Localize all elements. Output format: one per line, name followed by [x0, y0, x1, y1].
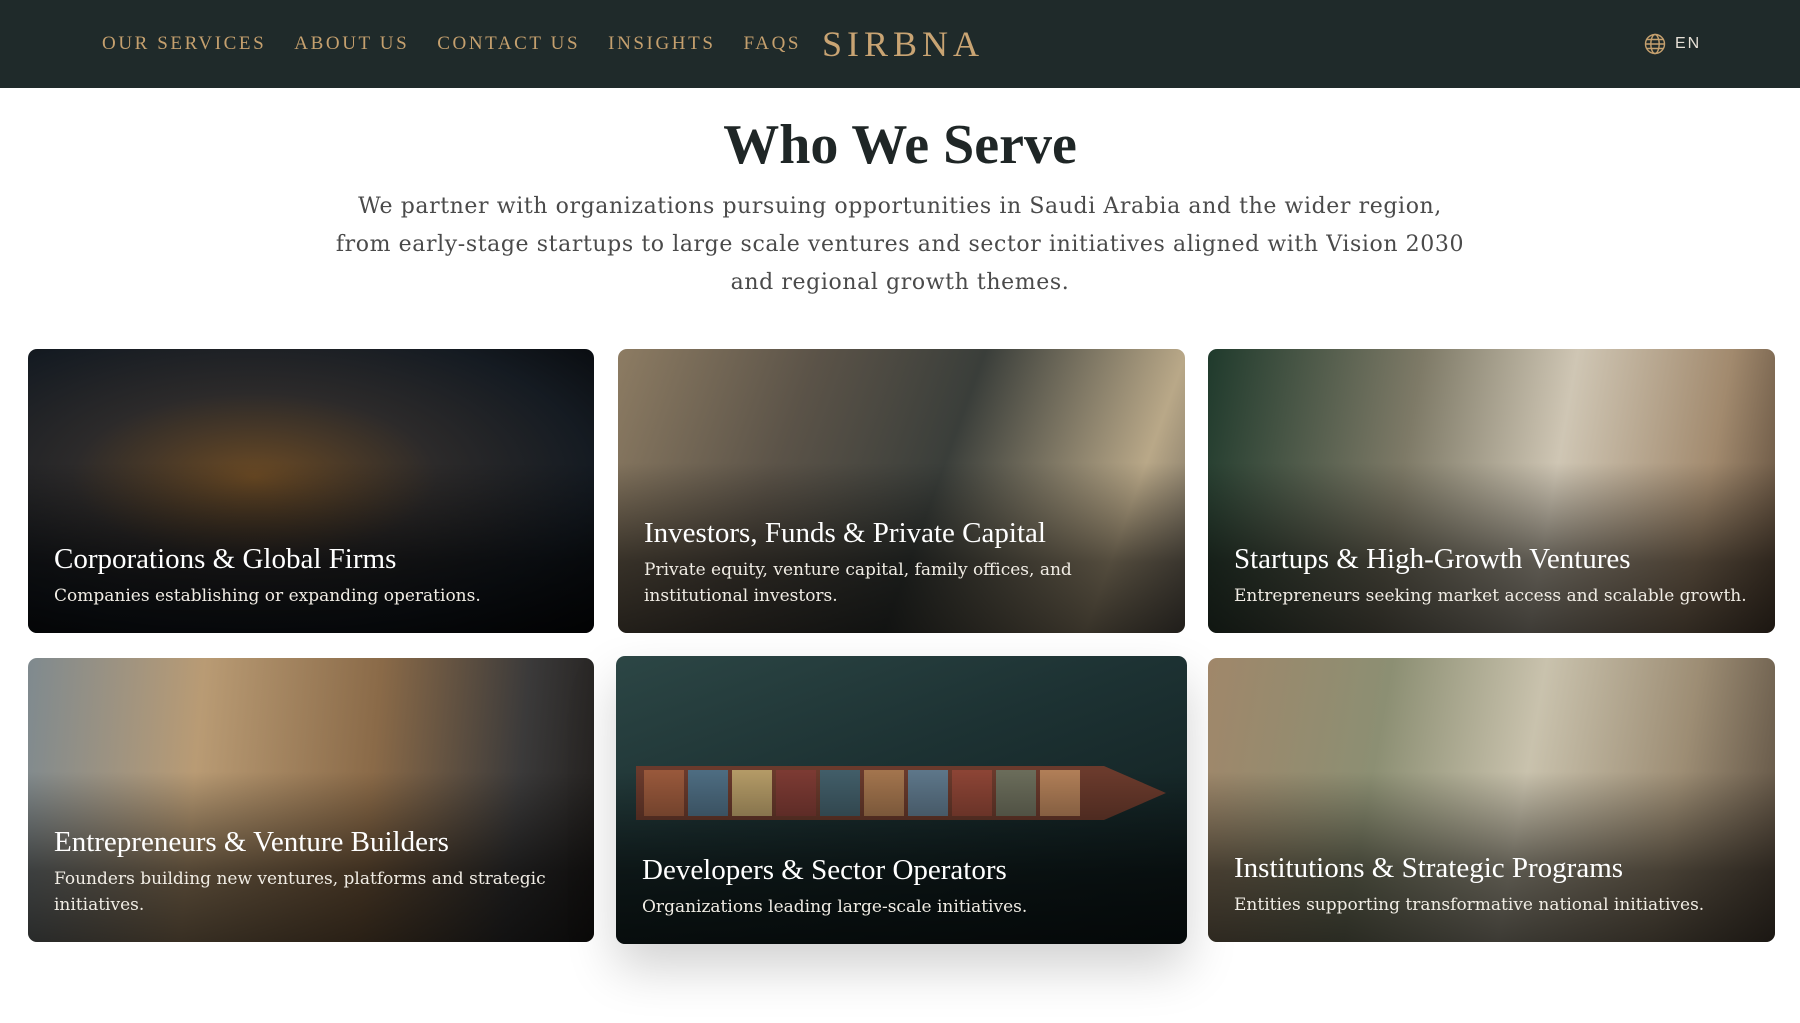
card-text: Institutions & Strategic Programs Entiti…	[1234, 850, 1749, 918]
card-description: Private equity, venture capital, family …	[644, 560, 1072, 606]
card-title: Investors, Funds & Private Capital	[644, 517, 1046, 549]
language-label: EN	[1675, 35, 1702, 52]
card-title: Entrepreneurs & Venture Builders	[54, 826, 449, 858]
card-title: Institutions & Strategic Programs	[1234, 852, 1624, 884]
nav-insights[interactable]: INSIGHTS	[608, 33, 715, 55]
section-lead: We partner with organizations pursuing o…	[335, 194, 1465, 295]
card-developers[interactable]: Developers & Sector Operators Organizati…	[616, 656, 1187, 944]
card-description: Companies establishing or expanding oper…	[54, 586, 481, 606]
card-title: Startups & High-Growth Ventures	[1234, 543, 1631, 575]
card-investors[interactable]: Investors, Funds & Private Capital Priva…	[618, 349, 1185, 633]
card-text: Investors, Funds & Private Capital Priva…	[644, 515, 1159, 609]
card-entrepreneurs[interactable]: Entrepreneurs & Venture Builders Founder…	[28, 658, 594, 942]
language-switcher[interactable]: EN	[1643, 30, 1701, 58]
card-institutions[interactable]: Institutions & Strategic Programs Entiti…	[1208, 658, 1775, 942]
globe-icon	[1644, 33, 1666, 55]
card-text: Startups & High-Growth Ventures Entrepre…	[1234, 541, 1749, 609]
section-title: Who We Serve	[723, 114, 1077, 176]
nav-about-us[interactable]: ABOUT US	[294, 33, 409, 55]
nav-our-services[interactable]: OUR SERVICES	[102, 33, 266, 55]
card-description: Entrepreneurs seeking market access and …	[1234, 586, 1747, 606]
card-description: Entities supporting transformative natio…	[1234, 895, 1705, 915]
main-nav: OUR SERVICES ABOUT US CONTACT US INSIGHT…	[102, 0, 801, 88]
card-title: Developers & Sector Operators	[642, 854, 1007, 886]
card-corporations[interactable]: Corporations & Global Firms Companies es…	[28, 349, 594, 633]
card-title: Corporations & Global Firms	[54, 543, 397, 575]
card-text: Entrepreneurs & Venture Builders Founder…	[54, 824, 568, 918]
card-description: Founders building new ventures, platform…	[54, 869, 546, 915]
card-text: Corporations & Global Firms Companies es…	[54, 541, 568, 609]
brand-logo[interactable]: SIRBNA	[822, 22, 984, 66]
nav-contact-us[interactable]: CONTACT US	[437, 33, 580, 55]
nav-faqs[interactable]: FAQS	[744, 33, 802, 55]
site-header: OUR SERVICES ABOUT US CONTACT US INSIGHT…	[0, 0, 1800, 88]
card-description: Organizations leading large-scale initia…	[642, 897, 1028, 917]
card-startups[interactable]: Startups & High-Growth Ventures Entrepre…	[1208, 349, 1775, 633]
card-text: Developers & Sector Operators Organizati…	[642, 852, 1161, 920]
